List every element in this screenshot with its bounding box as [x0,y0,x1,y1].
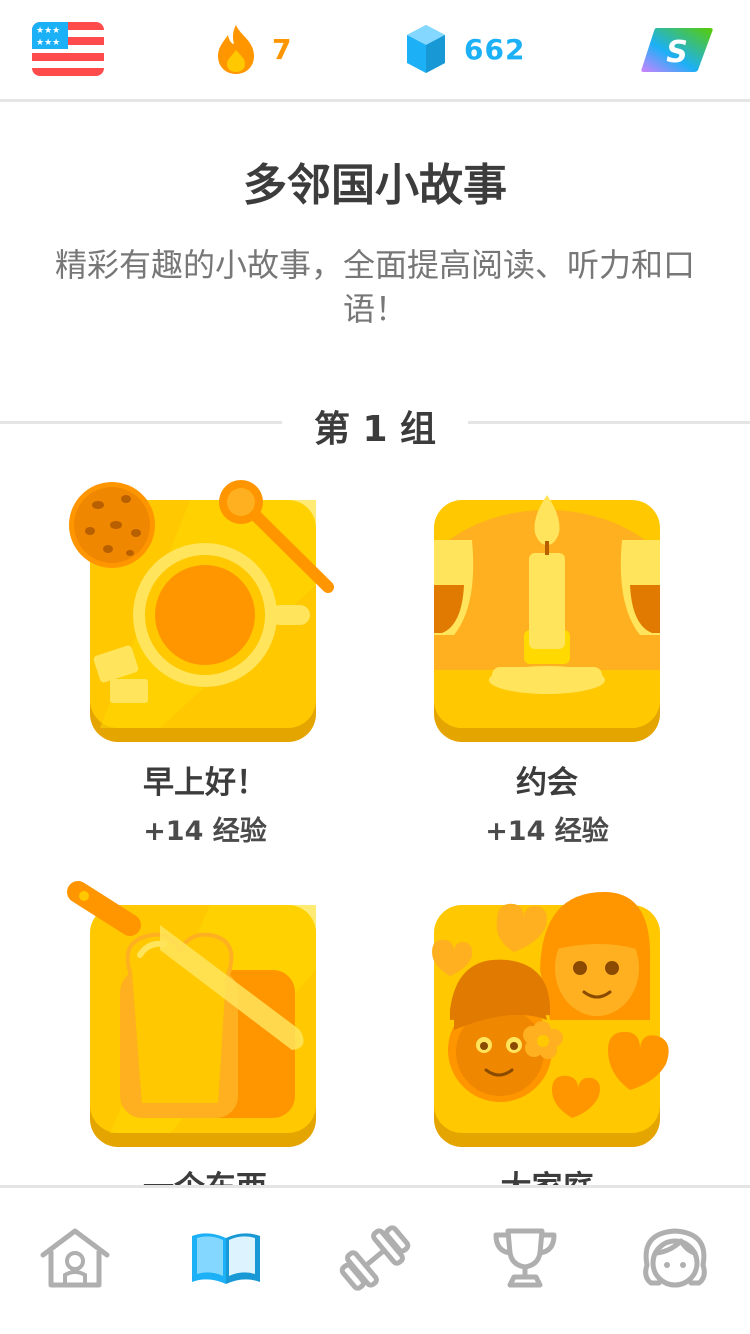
story-title: 早上好！ [143,765,267,801]
svg-text:★★★: ★★★ [36,38,60,48]
dumbbell-icon [339,1225,411,1291]
tab-stories[interactable] [186,1222,266,1294]
divider [0,421,282,424]
tab-practice[interactable] [335,1222,415,1294]
stories-content[interactable]: 多邻国小故事 精彩有趣的小故事，全面提高阅读、听力和口语！ 第 1 组 早上好！… [0,105,750,1185]
bread-knife-icon [67,881,316,1147]
tab-home[interactable] [35,1222,115,1294]
story-title: 大家庭 [402,1162,692,1185]
divider [468,421,750,424]
super-plus-badge[interactable]: S [640,26,714,74]
page-title: 多邻国小故事 [243,160,507,211]
coffee-cookie-icon [69,480,334,742]
streak-count: 7 [272,32,292,66]
story-title: 一个东西 [60,1162,350,1185]
group-label: 第 1 组 [313,409,437,450]
story-xp: +14 经验 [143,816,267,847]
family-hearts-icon [432,891,669,1147]
story-title: 约会 [516,765,578,801]
bottom-tab-bar [0,1185,750,1334]
profile-avatar-icon [643,1228,707,1288]
story-xp: +14 经验 [485,816,609,847]
page-subtitle: 精彩有趣的小故事，全面提高阅读、听力和口语！ [54,246,695,328]
flame-icon [218,25,254,74]
stories-book-icon [192,1233,260,1284]
top-stats-bar: ★★★ ★★★ 7 662 S [0,0,750,102]
gem-counter[interactable]: 662 [404,22,525,76]
home-icon [40,1228,110,1288]
svg-text:S: S [666,35,688,70]
trophy-icon [493,1228,557,1288]
candle-wine-icon [434,495,660,742]
streak-counter[interactable]: 7 [214,22,291,76]
tab-leaderboard[interactable] [485,1222,565,1294]
tab-profile[interactable] [635,1222,715,1294]
svg-text:★★★: ★★★ [36,26,60,36]
group-header: 第 1 组 [0,400,750,450]
gem-count: 662 [464,32,526,66]
gem-icon [407,25,445,73]
us-flag-icon[interactable]: ★★★ ★★★ [32,22,104,76]
